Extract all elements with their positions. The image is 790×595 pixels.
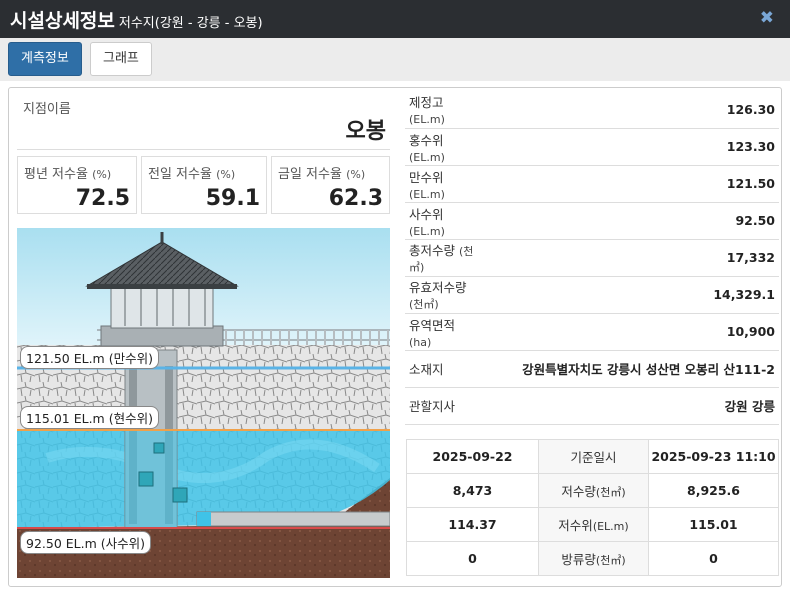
observation-row: 8,473 저수량(천㎥) 8,925.6 [406, 473, 779, 508]
prev-value: 8,473 [406, 473, 539, 508]
rate-value: 72.5 [75, 186, 130, 211]
site-name-value: 오봉 [345, 119, 386, 144]
rate-box-today: 금일 저수율 (%) 62.3 [271, 156, 390, 214]
info-value: 강원특별자치도 강릉시 성산면 오봉리 산111-2 [485, 350, 779, 388]
rate-value: 59.1 [205, 186, 260, 211]
observation-row: 0 방류량(천㎥) 0 [406, 541, 779, 576]
info-key: 만수위 (EL.m) [405, 165, 485, 203]
prev-value: 114.37 [406, 507, 539, 542]
observation-header-row: 2025-09-22 기준일시 2025-09-23 11:10 [406, 439, 779, 474]
info-row: 유역면적 (ha) 10,900 [405, 313, 779, 351]
modal-title: 시설상세정보 저수지(강원 - 강릉 - 오봉) [10, 6, 263, 33]
reservoir-illustration [17, 228, 390, 578]
observation-row: 114.37 저수위(EL.m) 115.01 [406, 507, 779, 542]
info-value: 17,332 [485, 239, 779, 277]
rate-label: 전일 저수율 (%) [148, 167, 236, 182]
info-key: 유역면적 (ha) [405, 313, 485, 351]
info-row: 홍수위 (EL.m) 123.30 [405, 128, 779, 166]
info-value: 92.50 [485, 202, 779, 240]
info-row: 제정고 (EL.m) 126.30 [405, 91, 779, 129]
info-value: 123.30 [485, 128, 779, 166]
modal-title-text: 시설상세정보 [10, 10, 115, 32]
base-date-label: 기준일시 [538, 439, 649, 474]
info-key: 총저수량 (천㎥) [405, 239, 485, 277]
curr-value: 0 [648, 541, 779, 576]
facility-info-table: 제정고 (EL.m) 126.30 홍수위 (EL.m) 123.30 만수위 (E… [405, 91, 779, 425]
rate-box-average: 평년 저수율 (%) 72.5 [17, 156, 137, 214]
rate-value: 62.3 [328, 186, 383, 211]
info-value: 10,900 [485, 313, 779, 351]
curr-value: 8,925.6 [648, 473, 779, 508]
info-row: 총저수량 (천㎥) 17,332 [405, 239, 779, 277]
modal-subtitle: 저수지(강원 - 강릉 - 오봉) [118, 16, 263, 31]
tab-measurement[interactable]: 계측정보 [8, 42, 82, 76]
modal-header: 시설상세정보 저수지(강원 - 강릉 - 오봉) ✖ [0, 0, 790, 38]
close-icon[interactable]: ✖ [760, 8, 774, 28]
info-key: 사수위 (EL.m) [405, 202, 485, 240]
info-key: 홍수위 (EL.m) [405, 128, 485, 166]
observation-table: 2025-09-22 기준일시 2025-09-23 11:10 8,473 저… [406, 439, 779, 576]
rate-label: 평년 저수율 (%) [24, 167, 112, 182]
info-value: 14,329.1 [485, 276, 779, 314]
current-level-label: 115.01 EL.m (현수위) [20, 406, 159, 429]
info-row: 소재지 강원특별자치도 강릉시 성산면 오봉리 산111-2 [405, 350, 779, 388]
info-value: 강원 강릉 [485, 387, 779, 425]
full-level-label: 121.50 EL.m (만수위) [20, 346, 159, 369]
reservoir-diagram: 121.50 EL.m (만수위) 115.01 EL.m (현수위) 92.5… [17, 228, 390, 578]
site-name-box: 지점이름 오봉 [17, 92, 390, 150]
info-row: 사수위 (EL.m) 92.50 [405, 202, 779, 240]
info-key: 유효저수량 (천㎥) [405, 276, 485, 314]
info-key: 소재지 [405, 350, 485, 388]
info-key: 관할지사 [405, 387, 485, 425]
curr-value: 115.01 [648, 507, 779, 542]
info-row: 유효저수량 (천㎥) 14,329.1 [405, 276, 779, 314]
info-row: 관할지사 강원 강릉 [405, 387, 779, 425]
prev-date-cell: 2025-09-22 [406, 439, 539, 474]
observation-label: 저수량(천㎥) [538, 473, 649, 508]
rate-box-yesterday: 전일 저수율 (%) 59.1 [141, 156, 267, 214]
info-key: 제정고 (EL.m) [405, 91, 485, 129]
info-row: 만수위 (EL.m) 121.50 [405, 165, 779, 203]
curr-date-cell: 2025-09-23 11:10 [648, 439, 779, 474]
rate-label: 금일 저수율 (%) [278, 167, 366, 182]
observation-label: 방류량(천㎥) [538, 541, 649, 576]
tab-graph[interactable]: 그래프 [90, 42, 152, 76]
prev-value: 0 [406, 541, 539, 576]
site-name-label: 지점이름 [23, 102, 71, 117]
observation-label: 저수위(EL.m) [538, 507, 649, 542]
info-value: 126.30 [485, 91, 779, 129]
info-value: 121.50 [485, 165, 779, 203]
dead-level-label: 92.50 EL.m (사수위) [20, 531, 151, 554]
tab-bar: 계측정보 그래프 [0, 38, 790, 81]
